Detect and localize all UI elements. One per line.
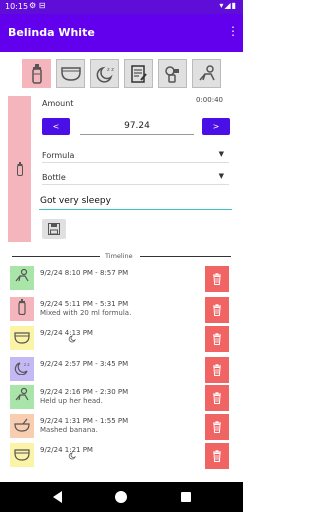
note-input[interactable]: Got very sleepy	[39, 194, 232, 210]
category-sleep-button[interactable]: z z	[90, 59, 119, 88]
timeline-row[interactable]: 9/2/24 2:16 PM - 2:30 PM Held up her head…	[10, 385, 233, 413]
svg-text:z z: z z	[24, 362, 29, 367]
decrement-button[interactable]: <	[42, 118, 70, 135]
bottle-icon	[31, 63, 42, 84]
delete-entry-button[interactable]	[205, 443, 229, 469]
dropdown-arrow-icon: ▼	[218, 172, 224, 180]
timeline-row[interactable]: 9/2/24 4:13 PM	[10, 326, 233, 354]
trash-icon	[213, 273, 221, 285]
timeline-category-tile: z z	[10, 357, 34, 381]
home-icon[interactable]	[115, 491, 127, 503]
crawling-baby-icon	[14, 268, 30, 288]
timeline-label: Timeline	[105, 252, 133, 260]
timeline-entry-time: 9/2/24 1:31 PM - 1:55 PM	[40, 417, 129, 425]
diaper-icon	[60, 66, 81, 81]
app-title: Belinda White	[8, 26, 95, 39]
timeline-entry-time: 9/2/24 8:10 PM - 8:57 PM	[40, 269, 129, 277]
trash-icon	[213, 333, 221, 345]
back-icon[interactable]	[53, 491, 62, 503]
timeline-entry-time: 9/2/24 5:11 PM - 5:31 PM	[40, 300, 129, 308]
crawling-baby-icon	[14, 387, 30, 407]
save-button[interactable]	[42, 219, 66, 239]
status-bar: 10:15 ⚙ ⊟ ▾◢▮	[0, 0, 243, 14]
dropdown-arrow-icon: ▼	[218, 150, 224, 158]
timeline-category-tile	[10, 443, 34, 467]
trash-icon	[213, 364, 221, 376]
food-type-select[interactable]: Formula ▼	[42, 149, 229, 163]
trash-icon	[213, 421, 221, 433]
crawling-baby-icon	[198, 64, 215, 80]
timeline-row[interactable]: 9/2/24 1:21 PM	[10, 443, 233, 471]
timeline-entry-time: 9/2/24 4:13 PM	[40, 329, 93, 337]
timeline-entry-time: 9/2/24 2:16 PM - 2:30 PM	[40, 388, 129, 396]
sleep-moon-icon: z z	[14, 360, 30, 379]
timeline-entry-note: Held up her head.	[40, 397, 103, 405]
status-notification-icons: ⚙ ⊟	[29, 1, 46, 10]
timeline-row[interactable]: z z 9/2/24 2:57 PM - 3:45 PM	[10, 357, 233, 385]
sleep-moon-icon: z z	[96, 66, 114, 83]
container-value: Bottle	[42, 173, 66, 182]
timeline-row[interactable]: 9/2/24 1:31 PM - 1:55 PM Mashed banana.	[10, 414, 233, 442]
timeline-entry-note: Mashed banana.	[40, 426, 98, 434]
diaper-icon	[14, 446, 30, 465]
diaper-icon	[14, 329, 30, 348]
bottle-icon	[16, 299, 28, 319]
save-icon	[48, 223, 60, 235]
recents-icon[interactable]	[181, 492, 191, 502]
trash-icon	[213, 304, 221, 316]
status-system-icons: ▾◢▮	[219, 1, 237, 10]
timeline-row[interactable]: 9/2/24 8:10 PM - 8:57 PM	[10, 266, 233, 294]
category-diaper-button[interactable]	[56, 59, 85, 88]
note-icon	[130, 64, 147, 83]
container-select[interactable]: Bottle ▼	[42, 171, 229, 185]
pump-icon	[164, 65, 179, 83]
timeline-entry-time: 9/2/24 2:57 PM - 3:45 PM	[40, 360, 129, 368]
food-type-value: Formula	[42, 151, 75, 160]
navigation-bar	[0, 482, 243, 512]
timeline-category-tile	[10, 326, 34, 350]
timeline-category-tile	[10, 297, 34, 321]
timeline-category-tile	[10, 385, 34, 409]
selected-category-strip	[8, 96, 31, 242]
delete-entry-button[interactable]	[205, 326, 229, 352]
delete-entry-button[interactable]	[205, 297, 229, 323]
amount-label: Amount	[42, 99, 74, 108]
amount-value[interactable]: 97.24	[80, 118, 194, 135]
timeline-category-tile	[10, 266, 34, 290]
timeline-category-tile	[10, 414, 34, 438]
timeline-entry-note: Mixed with 20 ml formula.	[40, 309, 132, 317]
delete-entry-button[interactable]	[205, 357, 229, 383]
timeline-row[interactable]: 9/2/24 5:11 PM - 5:31 PM Mixed with 20 ml…	[10, 297, 233, 325]
category-activity-button[interactable]	[192, 59, 221, 88]
timeline-divider-left	[12, 256, 100, 257]
category-note-button[interactable]	[124, 59, 153, 88]
bowl-icon	[14, 417, 30, 436]
delete-entry-button[interactable]	[205, 266, 229, 292]
increment-button[interactable]: >	[202, 118, 230, 135]
trash-icon	[213, 392, 221, 404]
timeline-entry-time: 9/2/24 1:21 PM	[40, 446, 93, 454]
status-time: 10:15	[5, 2, 29, 11]
trash-icon	[213, 450, 221, 462]
bottle-icon	[16, 162, 23, 176]
svg-text:z z: z z	[107, 67, 114, 73]
timeline-divider-right	[140, 256, 231, 257]
delete-entry-button[interactable]	[205, 385, 229, 411]
elapsed-timer: 0:00:40	[196, 96, 223, 104]
delete-entry-button[interactable]	[205, 414, 229, 440]
category-pump-button[interactable]	[158, 59, 187, 88]
overflow-menu-icon[interactable]: ⋮	[227, 24, 239, 38]
category-bottle-button[interactable]	[22, 59, 51, 88]
app-bar: Belinda White ⋮	[0, 14, 243, 52]
moon-small-icon	[68, 445, 76, 464]
moon-small-icon	[68, 328, 76, 347]
